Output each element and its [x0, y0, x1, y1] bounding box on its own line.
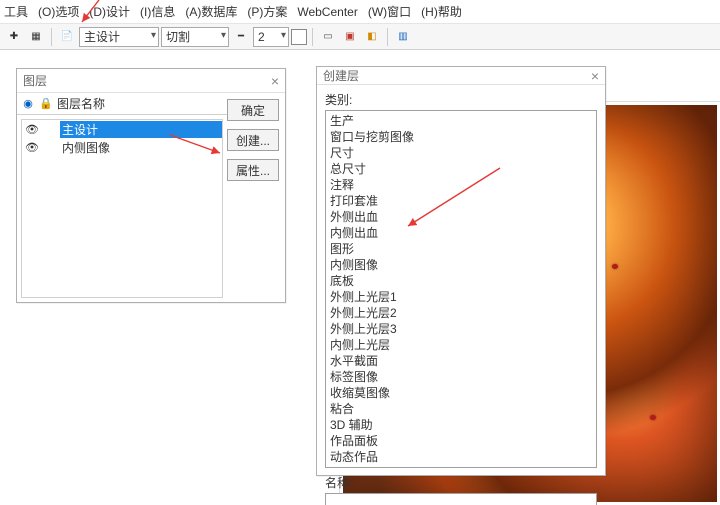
layer-name-input[interactable]	[325, 493, 597, 505]
layer-type-item[interactable]: 作品面板	[330, 433, 592, 449]
layer-type-item[interactable]: 外侧上光层3	[330, 321, 592, 337]
layers-dialog-title-bar[interactable]: 图层 ×	[17, 69, 285, 93]
swatch[interactable]	[291, 29, 307, 45]
layers-list[interactable]: 👁 主设计 👁 内侧图像	[21, 119, 223, 298]
menu-webcenter[interactable]: WebCenter	[297, 5, 357, 19]
layer-type-item[interactable]: 动态作品	[330, 449, 592, 465]
layer-type-item[interactable]: 图形	[330, 241, 592, 257]
layer-type-item[interactable]: 外侧出血	[330, 209, 592, 225]
ok-button[interactable]: 确定	[227, 99, 279, 121]
toolbar-separator	[387, 28, 388, 46]
layer-name-header: 图层名称	[57, 95, 105, 112]
create-dialog-title: 创建层	[323, 67, 359, 84]
visibility-icon[interactable]: 👁	[24, 141, 40, 154]
menu-bar[interactable]: 工具 (O)选项 (D)设计 (I)信息 (A)数据库 (P)方案 WebCen…	[0, 0, 720, 24]
menu-help[interactable]: (H)帮助	[421, 3, 462, 20]
layers-dialog-button-column: 确定 创建... 属性...	[227, 93, 285, 302]
menu-scheme[interactable]: (P)方案	[247, 3, 287, 20]
layer-type-item[interactable]: 内侧图像	[330, 257, 592, 273]
layer-type-item[interactable]: 内侧上光层	[330, 337, 592, 353]
menu-tools[interactable]: 工具	[4, 3, 28, 20]
type-label: 类别:	[325, 91, 597, 108]
tool-button[interactable]: ▣	[340, 27, 360, 47]
menu-options[interactable]: (O)选项	[38, 3, 79, 20]
layer-type-item[interactable]: 底板	[330, 273, 592, 289]
layer-type-item[interactable]: 水平截面	[330, 353, 592, 369]
tool-button[interactable]: ✚	[4, 27, 24, 47]
layer-type-item[interactable]: 尺寸	[330, 145, 592, 161]
layers-dialog-title: 图层	[23, 72, 47, 89]
layers-dialog: 图层 × ◉ 🔒 图层名称 👁 主设计 👁 内侧图像	[16, 68, 286, 303]
create-button[interactable]: 创建...	[227, 129, 279, 151]
layer-type-item[interactable]: 生产	[330, 113, 592, 129]
close-icon[interactable]: ×	[591, 68, 599, 84]
layer-selector[interactable]: 主设计	[79, 27, 159, 47]
layer-row[interactable]: 👁 主设计	[22, 120, 222, 138]
visibility-icon[interactable]: 👁	[24, 123, 40, 136]
menu-window[interactable]: (W)窗口	[368, 3, 411, 20]
tool-button[interactable]: ▭	[318, 27, 338, 47]
create-dialog-title-bar[interactable]: 创建层 ×	[317, 67, 605, 85]
toolbar: ✚ ▦ 📄 主设计 切割 ━ 2 ▭ ▣ ◧ ▥	[0, 24, 720, 50]
properties-button[interactable]: 属性...	[227, 159, 279, 181]
toolbar-separator	[312, 28, 313, 46]
menu-info[interactable]: (I)信息	[140, 3, 175, 20]
layer-type-item[interactable]: 收缩莫图像	[330, 385, 592, 401]
layer-type-item[interactable]: 粘合	[330, 401, 592, 417]
menu-design[interactable]: (D)设计	[89, 3, 130, 20]
layer-row-name: 主设计	[60, 121, 222, 138]
layers-icon[interactable]: 📄	[57, 27, 77, 47]
layer-type-list[interactable]: 生产窗口与挖剪图像尺寸总尺寸注释打印套准外侧出血内侧出血图形内侧图像底板外侧上光…	[325, 110, 597, 468]
tool-button[interactable]: ▥	[393, 27, 413, 47]
layer-type-item[interactable]: 外侧上光层1	[330, 289, 592, 305]
layer-type-item[interactable]: 标签图像	[330, 369, 592, 385]
toolbar-separator	[51, 28, 52, 46]
menu-database[interactable]: (A)数据库	[185, 3, 237, 20]
visibility-header-icon[interactable]: ◉	[21, 97, 35, 111]
layer-type-item[interactable]: 窗口与挖剪图像	[330, 129, 592, 145]
layers-list-header: ◉ 🔒 图层名称	[17, 93, 227, 115]
layer-type-item[interactable]: 外侧上光层2	[330, 305, 592, 321]
linetype-selector[interactable]: 切割	[161, 27, 229, 47]
layer-type-item[interactable]: 注释	[330, 177, 592, 193]
layer-row[interactable]: 👁 内侧图像	[22, 138, 222, 156]
layer-row-name: 内侧图像	[60, 139, 222, 156]
name-label: 名称:	[325, 474, 597, 491]
line-style-icon[interactable]: ━	[231, 27, 251, 47]
layer-type-item[interactable]: 打印套准	[330, 193, 592, 209]
create-layer-dialog: 创建层 × 类别: 生产窗口与挖剪图像尺寸总尺寸注释打印套准外侧出血内侧出血图形…	[316, 66, 606, 476]
layer-type-item[interactable]: 内侧出血	[330, 225, 592, 241]
lock-header-icon[interactable]: 🔒	[39, 97, 53, 111]
layer-type-item[interactable]: 3D 辅助	[330, 417, 592, 433]
line-weight-selector[interactable]: 2	[253, 27, 289, 47]
close-icon[interactable]: ×	[271, 73, 279, 89]
tool-button[interactable]: ▦	[26, 27, 46, 47]
tool-button[interactable]: ◧	[362, 27, 382, 47]
layer-type-item[interactable]: 总尺寸	[330, 161, 592, 177]
